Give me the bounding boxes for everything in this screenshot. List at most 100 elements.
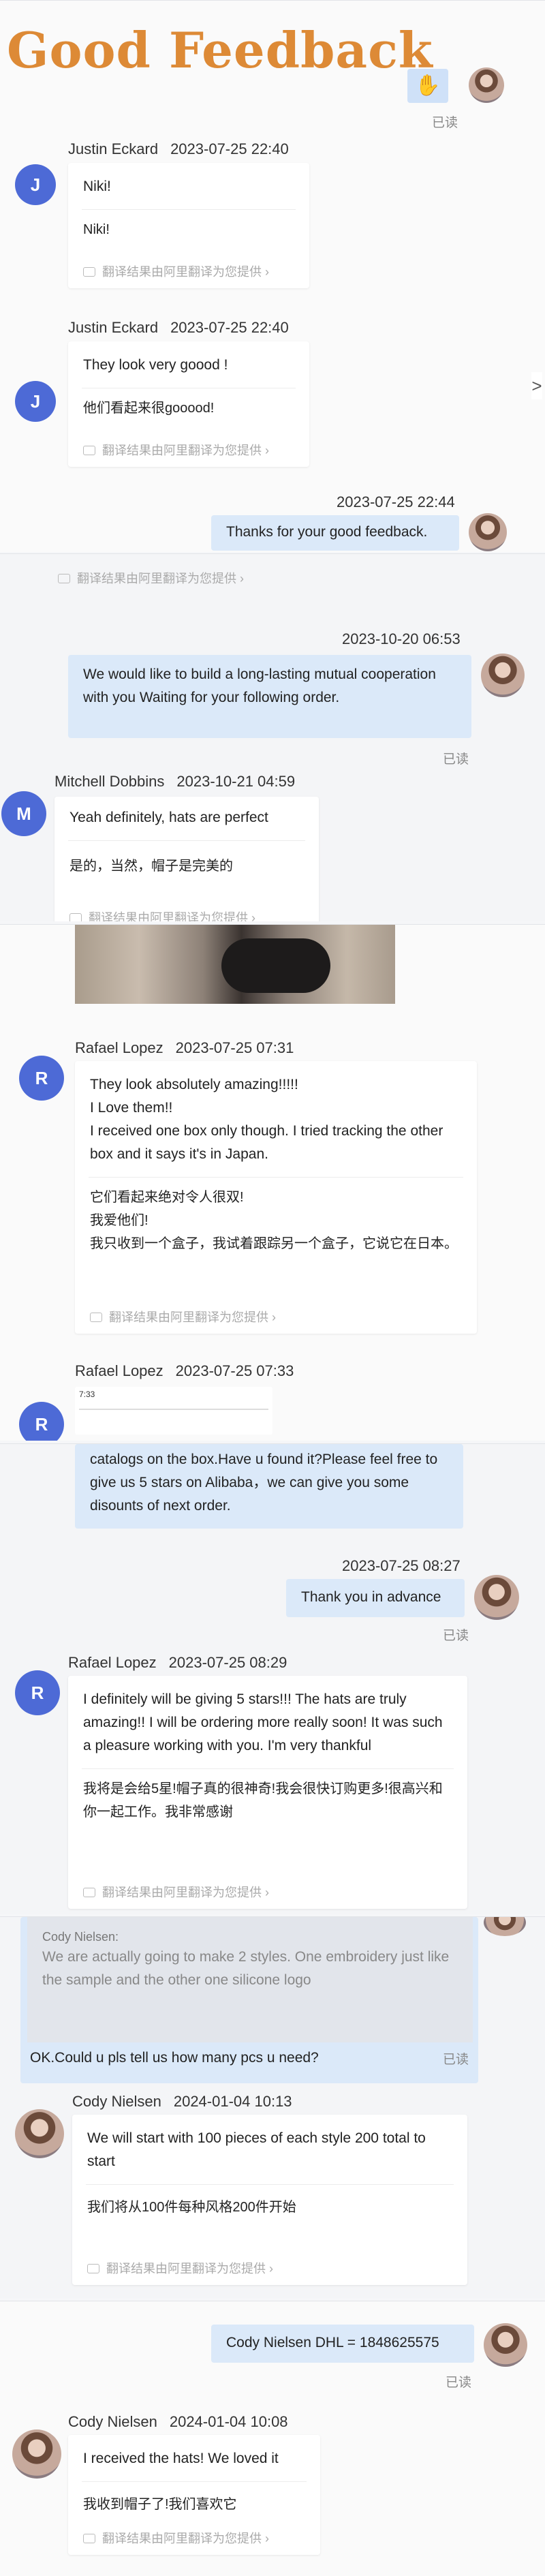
outgoing-message: Cody Nielsen: We are actually going to m… [20, 1917, 478, 2083]
outgoing-message: catalogs on the box.Have u found it?Plea… [75, 1444, 463, 1529]
avatar[interactable] [15, 2109, 64, 2158]
translation-note-text: 翻译结果由阿里翻译为您提供 [109, 1310, 268, 1324]
screenshot-image[interactable]: 7:33 [75, 1387, 272, 1435]
quoted-message: Cody Nielsen: We are actually going to m… [27, 1917, 473, 2042]
translated-text: 我收到帽子了!我们喜欢它 [83, 2497, 237, 2512]
translate-icon [83, 1888, 95, 1897]
translation-note[interactable]: 翻译结果由阿里翻译为您提供 › [69, 908, 255, 921]
message-time: 2023-10-20 06:53 [342, 630, 461, 647]
message-text: We will start with 100 pieces of each st… [87, 2130, 426, 2169]
reply-text: OK.Could u pls tell us how many pcs u ne… [30, 2050, 319, 2066]
message-card: I received the hats! We loved it 我收到帽子了!… [68, 2435, 320, 2555]
avatar[interactable]: R [19, 1056, 64, 1101]
translation-note-text: 翻译结果由阿里翻译为您提供 [102, 444, 262, 457]
sender-name: Cody Nielsen [72, 2093, 161, 2110]
message-text: Niki! [83, 179, 111, 194]
message-text: I definitely will be giving 5 stars!!! T… [83, 1691, 443, 1753]
read-status: 已读 [443, 1629, 469, 1643]
outgoing-message: Cody Nielsen DHL = 1848625575 [211, 2325, 474, 2363]
self-avatar[interactable] [474, 1575, 519, 1620]
self-avatar[interactable] [484, 2323, 527, 2367]
message-time: 2024-01-04 10:13 [173, 2093, 292, 2110]
translate-icon [83, 2534, 95, 2543]
sender-name: Justin Eckard [68, 140, 159, 157]
message-card: They look absolutely amazing!!!!! I Love… [75, 1061, 477, 1334]
translated-text: Niki! [83, 222, 110, 237]
avatar[interactable]: J [15, 164, 56, 205]
self-avatar[interactable] [484, 1917, 526, 1936]
avatar[interactable]: M [1, 791, 46, 836]
translate-icon [90, 1313, 102, 1322]
read-status: 已读 [432, 116, 458, 130]
translation-note[interactable]: 翻译结果由阿里翻译为您提供 › [83, 441, 269, 459]
read-status: 已读 [446, 2376, 472, 2390]
chat-panel-5: Cody Nielsen: We are actually going to m… [0, 1916, 545, 2298]
translate-icon [87, 2264, 99, 2273]
message-card: Niki! Niki! 翻译结果由阿里翻译为您提供 › [68, 163, 309, 288]
avatar[interactable] [12, 2429, 61, 2479]
message-meta: Rafael Lopez 2023-07-25 07:33 [75, 1362, 294, 1380]
message-meta: Mitchell Dobbins 2023-10-21 04:59 [54, 773, 295, 791]
translate-icon [69, 913, 82, 921]
divider [79, 1409, 268, 1410]
sender-name: Rafael Lopez [75, 1039, 164, 1056]
avatar[interactable]: R [19, 1402, 64, 1441]
message-text: They look absolutely amazing!!!!! I Love… [90, 1077, 443, 1162]
photo-detail [221, 938, 330, 993]
translation-note[interactable]: 翻译结果由阿里翻译为您提供 › [83, 2529, 269, 2547]
sender-name: Justin Eckard [68, 319, 159, 336]
sender-name: Mitchell Dobbins [54, 773, 165, 790]
read-status: 已读 [443, 2053, 469, 2067]
message-time: 2023-07-25 22:40 [170, 140, 289, 157]
chat-panel-6: Cody Nielsen DHL = 1848625575 已读 Cody Ni… [0, 2301, 545, 2576]
translation-note-text: 翻译结果由阿里翻译为您提供 [77, 572, 236, 585]
self-avatar[interactable] [481, 654, 525, 697]
translation-note[interactable]: 翻译结果由阿里翻译为您提供 › [58, 569, 244, 587]
translate-icon [83, 446, 95, 455]
message-text: Yeah definitely, hats are perfect [69, 810, 268, 825]
message-card: Yeah definitely, hats are perfect 是的，当然，… [54, 797, 319, 921]
message-time: 2024-01-04 10:08 [169, 2413, 288, 2430]
chat-panel-3: R Rafael Lopez 2023-07-25 07:31 They look… [0, 924, 545, 1441]
sender-name: Rafael Lopez [68, 1654, 157, 1671]
translation-note-text: 翻译结果由阿里翻译为您提供 [102, 1886, 262, 1899]
message-time: 2023-07-25 07:33 [175, 1362, 294, 1379]
translated-text: 他们看起来很gooood! [83, 401, 215, 416]
avatar[interactable]: R [15, 1670, 60, 1715]
self-avatar[interactable] [469, 67, 504, 103]
chat-panel-4: catalogs on the box.Have u found it?Plea… [0, 1443, 545, 1914]
translation-note-text: 翻译结果由阿里翻译为您提供 [89, 911, 248, 921]
message-text: I received the hats! We loved it [83, 2451, 279, 2466]
message-card: I definitely will be giving 5 stars!!! T… [68, 1676, 467, 1909]
product-photo[interactable] [75, 925, 395, 1004]
message-time: 2023-07-25 08:29 [168, 1654, 287, 1671]
translate-icon [83, 267, 95, 277]
phone-time: 7:33 [79, 1390, 95, 1399]
message-time: 2023-07-25 22:40 [170, 319, 289, 336]
message-time: 2023-10-21 04:59 [176, 773, 296, 790]
quoted-sender: Cody Nielsen: [42, 1930, 119, 1944]
message-meta: Rafael Lopez 2023-07-25 07:31 [75, 1039, 294, 1057]
translation-note[interactable]: 翻译结果由阿里翻译为您提供 › [87, 2259, 273, 2277]
wave-emoji: ✋ [407, 69, 448, 103]
translation-note[interactable]: 翻译结果由阿里翻译为您提供 › [90, 1308, 276, 1325]
chevron-right-icon[interactable]: > [531, 372, 542, 399]
outgoing-message: Thank you in advance [286, 1579, 465, 1617]
message-time: 2023-07-25 22:44 [337, 493, 455, 510]
message-time: 2023-07-25 07:31 [175, 1039, 294, 1056]
translated-text: 它们看起来绝对令人很双! 我爱他们! 我只收到一个盒子，我试着跟踪另一个盒子，它… [90, 1190, 458, 1251]
translate-icon [58, 574, 70, 583]
sender-name: Cody Nielsen [68, 2413, 157, 2430]
chat-panel-2: 翻译结果由阿里翻译为您提供 › 2023-10-20 06:53 We woul… [0, 553, 545, 921]
quoted-text: We are actually going to make 2 styles. … [42, 1949, 450, 1988]
message-meta: Rafael Lopez 2023-07-25 08:29 [68, 1654, 287, 1672]
translated-text: 我们将从100件每种风格200件开始 [87, 2200, 296, 2215]
message-time: 2023-07-25 08:27 [342, 1557, 461, 1574]
self-avatar[interactable] [469, 513, 507, 551]
translation-note[interactable]: 翻译结果由阿里翻译为您提供 › [83, 1883, 269, 1901]
translation-note[interactable]: 翻译结果由阿里翻译为您提供 › [83, 262, 269, 280]
chat-panel-1: Good Feedback ✋ 已读 J Justin Eckard 2023-0… [0, 0, 545, 552]
feedback-collage: Good Feedback ✋ 已读 J Justin Eckard 2023-0… [0, 0, 545, 2576]
avatar[interactable]: J [15, 381, 56, 422]
translation-note-text: 翻译结果由阿里翻译为您提供 [106, 2262, 266, 2275]
